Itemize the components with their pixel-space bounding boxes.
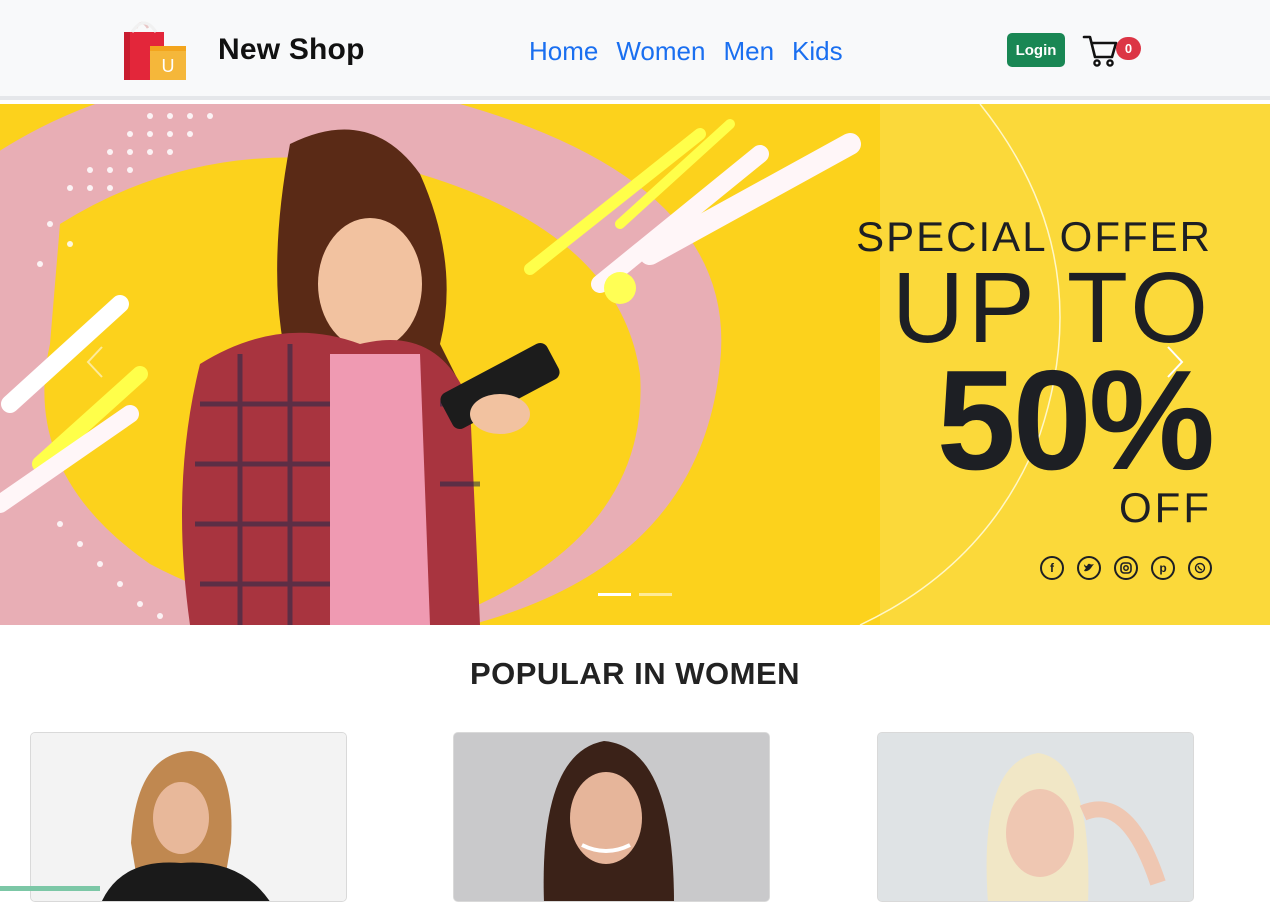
facebook-icon: f [1040, 556, 1064, 580]
nav-link-kids[interactable]: Kids [792, 34, 843, 68]
hero-carousel: SPECIAL OFFER UP TO 50% OFF f p [0, 104, 1270, 625]
bottom-edge-strip [0, 886, 100, 891]
carousel-indicators [598, 593, 672, 596]
carousel-next-button[interactable] [1160, 344, 1190, 384]
product-image [454, 733, 769, 901]
special-offer-text: SPECIAL OFFER UP TO 50% OFF [856, 214, 1215, 529]
product-image [31, 733, 346, 901]
cart-icon[interactable] [1082, 33, 1118, 67]
whatsapp-icon [1188, 556, 1212, 580]
product-image [878, 733, 1193, 901]
product-card[interactable] [877, 732, 1194, 902]
nav-links: Home Women Men Kids [529, 34, 843, 68]
carousel-indicator-2[interactable] [639, 593, 672, 596]
chevron-left-icon [86, 346, 103, 378]
cart-count-badge: 0 [1116, 37, 1141, 60]
section-title: POPULAR IN WOMEN [469, 656, 801, 691]
nav-link-home[interactable]: Home [529, 34, 598, 68]
instagram-icon [1114, 556, 1138, 580]
brand-link[interactable]: U New Shop [122, 18, 365, 82]
svg-text:U: U [162, 56, 175, 76]
nav-link-women[interactable]: Women [616, 34, 705, 68]
brand-name: New Shop [218, 33, 365, 66]
shopping-bag-logo-icon: U [124, 21, 186, 80]
login-button[interactable]: Login [1007, 33, 1065, 67]
twitter-icon [1077, 556, 1101, 580]
product-card[interactable] [30, 732, 347, 902]
pinterest-icon: p [1151, 556, 1175, 580]
navbar: U New Shop Home Women Men Kids Login 0 [0, 0, 1270, 100]
chevron-right-icon [1167, 346, 1184, 378]
nav-link-men[interactable]: Men [723, 34, 774, 68]
offer-percentage: 50% [936, 341, 1215, 500]
social-icons: f p [1040, 556, 1212, 580]
carousel-indicator-1[interactable] [598, 593, 631, 596]
carousel-prev-button[interactable] [80, 344, 110, 384]
product-card[interactable] [453, 732, 770, 902]
